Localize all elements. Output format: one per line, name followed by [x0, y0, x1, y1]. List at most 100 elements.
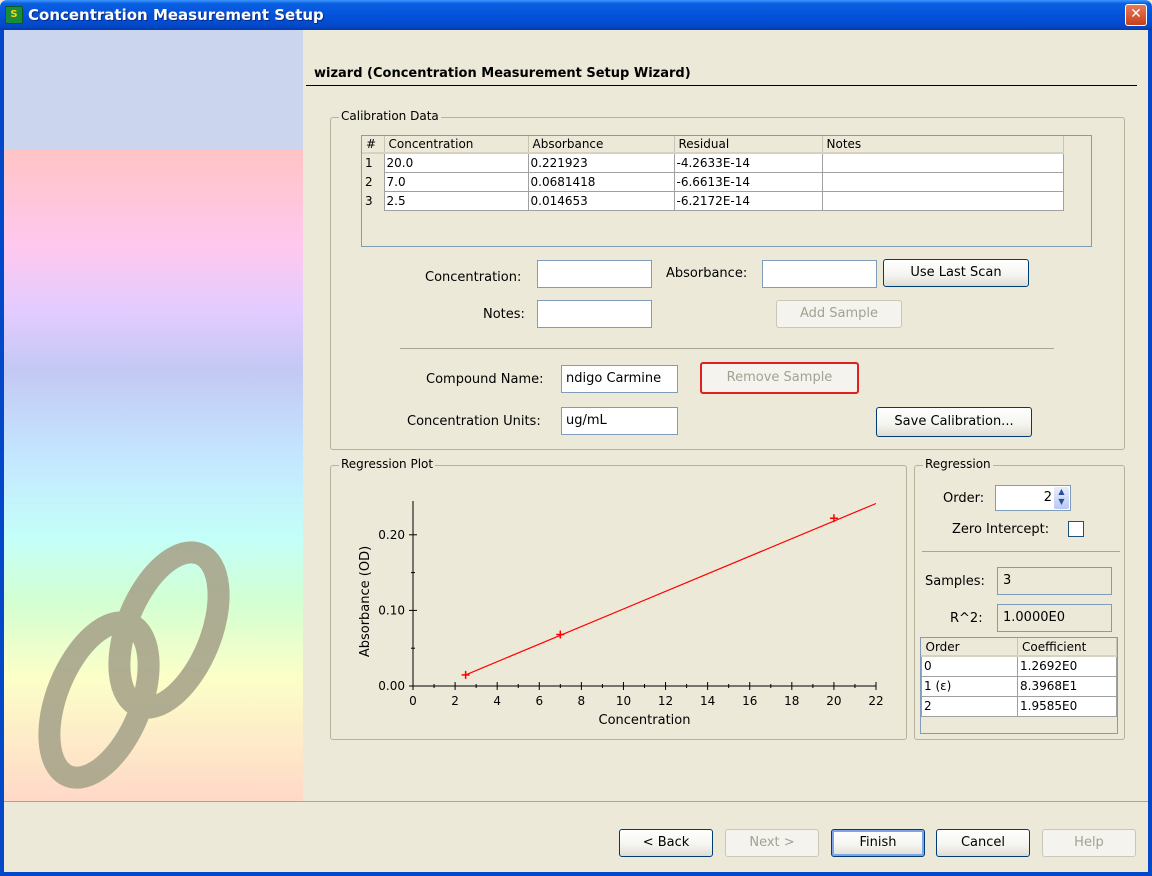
window-frame-right [1148, 30, 1152, 876]
use-last-scan-button[interactable]: Use Last Scan [883, 259, 1029, 287]
x-tick-label: 12 [658, 694, 673, 708]
absorbance-label: Absorbance: [666, 266, 748, 281]
r-squared-field: 1.0000E0 [997, 604, 1112, 632]
coefficients-table[interactable]: Order Coefficient 0 1.2692E0 1 (ε) 8.396… [920, 637, 1118, 734]
save-calibration-button[interactable]: Save Calibration... [876, 407, 1032, 437]
table-row[interactable]: 1 (ε) 8.3968E1 [921, 675, 1117, 697]
regression-plot-legend: Regression Plot [339, 457, 436, 471]
coefficients-grid: Order Coefficient 0 1.2692E0 1 (ε) 8.396… [921, 638, 1117, 717]
concentration-cell[interactable]: 20.0 [383, 152, 529, 173]
notes-cell[interactable] [821, 171, 1064, 192]
data-point [556, 630, 565, 639]
calibration-grid: # Concentration Absorbance Residual Note… [362, 136, 1064, 211]
row-index: 2 [362, 172, 384, 191]
calibration-separator [400, 348, 1054, 349]
concentration-units-input[interactable]: ug/mL [561, 407, 678, 435]
concentration-units-label: Concentration Units: [407, 414, 541, 429]
column-header[interactable]: Concentration [384, 136, 529, 154]
table-row[interactable]: 0 1.2692E0 [921, 655, 1117, 677]
row-index: 1 [362, 153, 384, 172]
column-header[interactable]: # [362, 136, 385, 154]
absorbance-cell[interactable]: 0.221923 [527, 152, 675, 173]
close-button[interactable]: ✕ [1125, 4, 1147, 26]
residual-cell[interactable]: -6.2172E-14 [673, 190, 823, 211]
column-header[interactable]: Absorbance [528, 136, 675, 154]
fit-line [465, 502, 877, 676]
cancel-button[interactable]: Cancel [936, 829, 1030, 857]
x-tick-label: 10 [616, 694, 631, 708]
concentration-label: Concentration: [425, 270, 522, 285]
absorbance-input[interactable] [762, 260, 877, 288]
y-tick-label: 0.10 [378, 603, 405, 617]
x-tick-label: 22 [868, 694, 883, 708]
x-tick-label: 20 [826, 694, 841, 708]
r-squared-label: R^2: [950, 611, 983, 626]
x-tick-label: 0 [409, 694, 417, 708]
wizard-title-divider [306, 85, 1137, 86]
calibration-table[interactable]: # Concentration Absorbance Residual Note… [361, 135, 1092, 247]
column-header[interactable]: Residual [674, 136, 823, 154]
x-tick-label: 14 [700, 694, 715, 708]
wizard-title: wizard (Concentration Measurement Setup … [314, 66, 691, 81]
zero-intercept-label: Zero Intercept: [952, 522, 1050, 537]
notes-cell[interactable] [821, 152, 1064, 173]
order-cell: 0 [921, 655, 1018, 677]
coefficient-cell: 1.9585E0 [1017, 695, 1117, 717]
data-point [461, 670, 470, 679]
compound-name-label: Compound Name: [426, 372, 544, 387]
y-tick-label: 0.20 [378, 528, 405, 542]
window-title: Concentration Measurement Setup [28, 6, 324, 24]
back-button[interactable]: < Back [619, 829, 713, 857]
x-tick-label: 2 [451, 694, 459, 708]
table-row[interactable]: 3 2.5 0.014653 -6.2172E-14 [362, 190, 1064, 211]
close-icon: ✕ [1130, 6, 1142, 22]
data-point [829, 514, 838, 523]
order-cell: 1 (ε) [921, 675, 1018, 697]
spinner-arrows-icon[interactable]: ▲ ▼ [1054, 487, 1069, 509]
concentration-input[interactable] [537, 260, 652, 288]
table-row[interactable]: 1 20.0 0.221923 -4.2633E-14 [362, 152, 1064, 173]
title-bar: S Concentration Measurement Setup ✕ [0, 0, 1152, 30]
help-button[interactable]: Help [1042, 829, 1136, 857]
notes-input[interactable] [537, 300, 652, 328]
table-row[interactable]: 2 7.0 0.0681418 -6.6613E-14 [362, 171, 1064, 192]
regression-separator [922, 551, 1120, 552]
coefficient-cell: 8.3968E1 [1017, 675, 1117, 697]
calibration-data-legend: Calibration Data [339, 109, 441, 123]
column-header[interactable]: Order [921, 638, 1018, 657]
zero-intercept-checkbox[interactable] [1068, 521, 1084, 537]
notes-cell[interactable] [821, 190, 1064, 211]
x-tick-label: 16 [742, 694, 757, 708]
column-header[interactable]: Coefficient [1017, 638, 1117, 657]
table-header-row: # Concentration Absorbance Residual Note… [362, 136, 1064, 154]
compound-name-input[interactable]: ndigo Carmine [561, 365, 678, 393]
x-tick-label: 18 [784, 694, 799, 708]
absorbance-cell[interactable]: 0.0681418 [527, 171, 675, 192]
concentration-cell[interactable]: 2.5 [383, 190, 529, 211]
table-row[interactable]: 2 1.9585E0 [921, 695, 1117, 717]
concentration-cell[interactable]: 7.0 [383, 171, 529, 192]
order-label: Order: [943, 491, 985, 506]
coefficient-cell: 1.2692E0 [1017, 655, 1117, 677]
plot-data [461, 502, 877, 679]
finish-button[interactable]: Finish [831, 829, 925, 857]
next-button[interactable]: Next > [725, 829, 819, 857]
y-tick-label: 0.00 [378, 679, 405, 693]
column-header[interactable]: Notes [822, 136, 1064, 154]
app-icon: S [5, 6, 23, 24]
x-tick-label: 6 [535, 694, 543, 708]
add-sample-button[interactable]: Add Sample [776, 300, 902, 328]
window-frame-bottom [0, 872, 1152, 876]
residual-cell[interactable]: -4.2633E-14 [673, 152, 823, 173]
absorbance-cell[interactable]: 0.014653 [527, 190, 675, 211]
regression-legend: Regression [923, 457, 993, 471]
order-value: 2 [1043, 490, 1052, 505]
wizard-side-panel [4, 30, 303, 801]
x-tick-label: 8 [578, 694, 586, 708]
order-spinner[interactable]: 2 ▲ ▼ [995, 485, 1071, 511]
remove-sample-button[interactable]: Remove Sample [700, 362, 859, 394]
residual-cell[interactable]: -6.6613E-14 [673, 171, 823, 192]
samples-label: Samples: [925, 574, 985, 589]
table-header-row: Order Coefficient [921, 638, 1117, 657]
order-cell: 2 [921, 695, 1018, 717]
